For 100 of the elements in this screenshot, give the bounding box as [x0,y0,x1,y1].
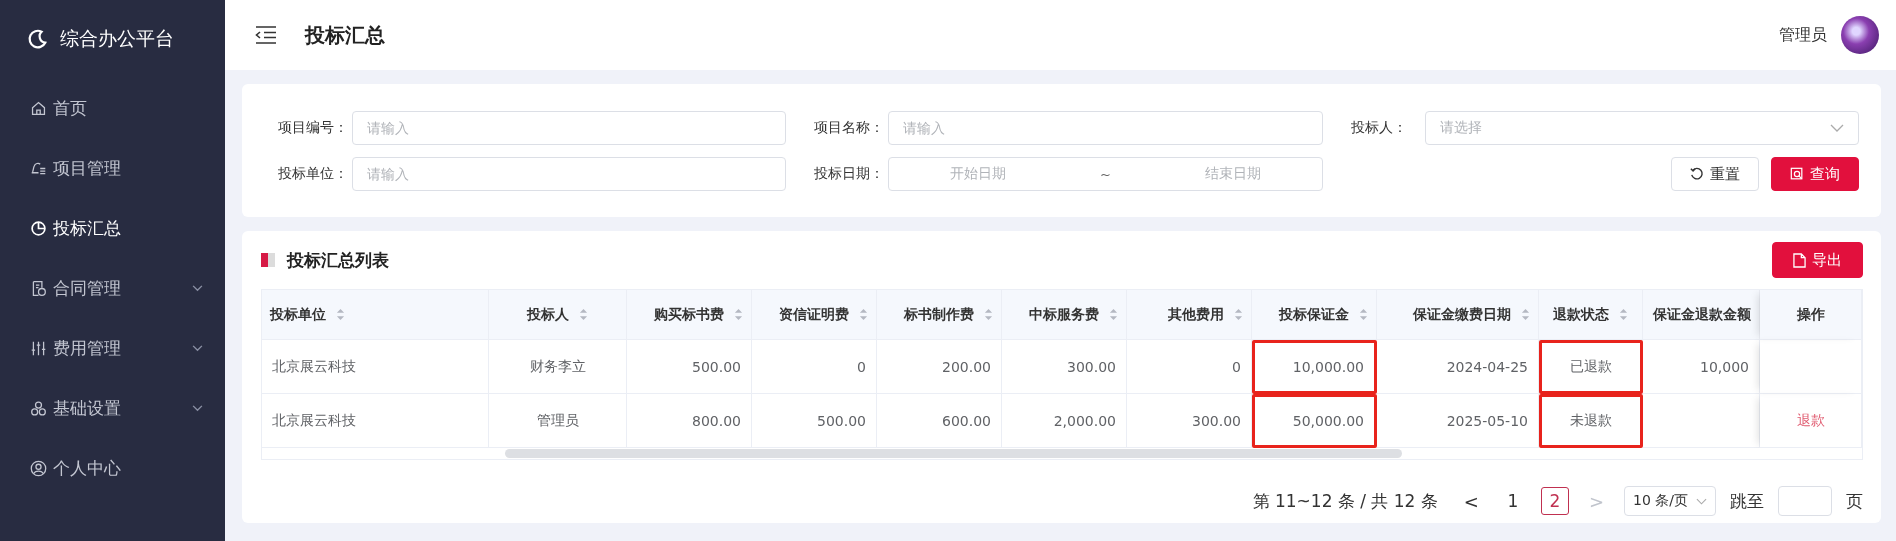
cell-text: 10,000.00 [1292,359,1364,375]
sort-icon[interactable] [1619,308,1628,321]
column-header[interactable]: 操作 [1760,290,1862,340]
column-header[interactable]: 保证金退款金额 [1643,290,1760,340]
chevron-down-icon [192,344,203,352]
column-title: 其他费用 [1168,305,1224,324]
sort-icon[interactable] [336,308,345,321]
input-field[interactable]: 请输入 [888,111,1323,145]
cell-text: 北京展云科技 [272,357,356,374]
section-title: 投标汇总列表 [287,248,390,272]
input-field[interactable]: 请输入 [352,157,787,191]
page-number[interactable]: 1 [1498,487,1527,515]
input-field[interactable]: 请输入 [352,111,787,145]
page-suffix: 页 [1846,489,1863,513]
sort-icon[interactable] [1109,308,1118,321]
page-size-select[interactable]: 10 条/页 [1624,486,1716,516]
avatar[interactable] [1841,16,1879,54]
cell-text: 管理员 [536,411,579,428]
cell-text: 800.00 [692,412,741,429]
page-summary: 第 11~12 条 / 共 12 条 [1252,489,1438,513]
field-label: 投标日期： [814,165,886,183]
cell-text: 200.00 [942,358,991,375]
document-icon [1793,252,1806,268]
column-header[interactable]: 投标人 [489,290,627,340]
sort-icon[interactable] [734,308,743,321]
home-icon [30,99,47,117]
sidebar-item[interactable]: 基础设置 [0,378,225,438]
cell-text: 500.00 [692,358,741,375]
previous-page-button[interactable]: < [1457,489,1485,513]
cell-text: 50,000.00 [1292,413,1364,429]
reset-button[interactable]: 重置 [1671,157,1759,191]
user-name[interactable]: 管理员 [1779,24,1827,46]
cell-text: 2,000.00 [1053,412,1116,429]
column-title: 操作 [1796,305,1825,324]
page-title: 投标汇总 [305,21,386,49]
column-header[interactable]: 退款状态 [1539,290,1643,340]
field-label: 投标人： [1350,119,1408,137]
cell-text: 2024-04-25 [1446,358,1528,375]
column-header[interactable]: 标书制作费 [877,290,1002,340]
cell-text: 已退款 [1570,358,1612,374]
sidebar-item[interactable]: 投标汇总 [0,198,225,258]
sort-icon[interactable] [1234,308,1243,321]
cell-text: 500.00 [817,412,866,429]
cell-text: 300.00 [1192,412,1241,429]
menu-icon[interactable] [255,26,277,44]
column-header[interactable]: 中标服务费 [1002,290,1127,340]
field-label: 项目编号： [278,119,349,137]
field-label: 项目名称： [814,119,886,137]
search-button[interactable]: 查询 [1771,157,1859,191]
column-title: 投标保证金 [1279,305,1349,324]
app-logo-text: 综合办公平台 [60,26,174,51]
chevron-down-icon [1830,124,1844,132]
column-title: 投标单位 [270,305,326,324]
search-icon [1790,167,1804,181]
sort-icon[interactable] [579,308,588,321]
chevron-down-icon [1696,497,1707,505]
title-marker-icon [261,253,275,267]
page-jump-input[interactable] [1778,486,1832,516]
document-icon [30,279,47,297]
column-header[interactable]: 投标单位 [262,290,489,340]
cell-text: 财务李立 [529,357,586,374]
chevron-down-icon [192,404,203,412]
column-title: 中标服务费 [1029,305,1099,324]
export-button[interactable]: 导出 [1772,242,1863,278]
column-title: 投标人 [527,305,569,324]
column-title: 保证金退款金额 [1653,305,1751,324]
sort-icon[interactable] [1521,308,1530,321]
cell-text: 600.00 [942,412,991,429]
logo-icon [26,28,48,50]
sidebar-item[interactable]: 首页 [0,78,225,138]
sort-icon[interactable] [984,308,993,321]
column-title: 退款状态 [1553,305,1609,324]
cell-text: 2025-05-10 [1446,412,1528,429]
sort-icon[interactable] [1359,308,1368,321]
cell-text: 0 [857,358,866,375]
column-header[interactable]: 其他费用 [1127,290,1252,340]
refund-link[interactable]: 退款 [1796,411,1825,428]
cell-text: 未退款 [1570,412,1612,428]
column-header[interactable]: 购买标书费 [627,290,752,340]
scrollbar-thumb[interactable] [505,449,1402,458]
chevron-down-icon [192,284,203,292]
cubes-icon [30,399,47,417]
column-header[interactable]: 投标保证金 [1252,290,1377,340]
column-title: 保证金缴费日期 [1413,305,1511,324]
sidebar-item[interactable]: 个人中心 [0,438,225,498]
sidebar-item[interactable]: 项目管理 [0,138,225,198]
column-title: 购买标书费 [654,305,724,324]
sort-icon[interactable] [859,308,868,321]
field-label: 投标单位： [278,165,349,183]
column-header[interactable]: 资信证明费 [752,290,877,340]
column-header[interactable]: 保证金缴费日期 [1377,290,1539,340]
date-range-field[interactable]: 开始日期 ~ 结束日期 [888,157,1323,191]
page-number[interactable]: 2 [1540,487,1569,515]
jump-label: 跳至 [1730,489,1764,513]
sidebar-item[interactable]: 费用管理 [0,318,225,378]
pie-chart-icon [30,219,47,237]
sliders-icon [30,339,47,357]
user-icon [30,459,47,477]
sidebar-item[interactable]: 合同管理 [0,258,225,318]
cell-text: 10,000 [1700,358,1749,375]
